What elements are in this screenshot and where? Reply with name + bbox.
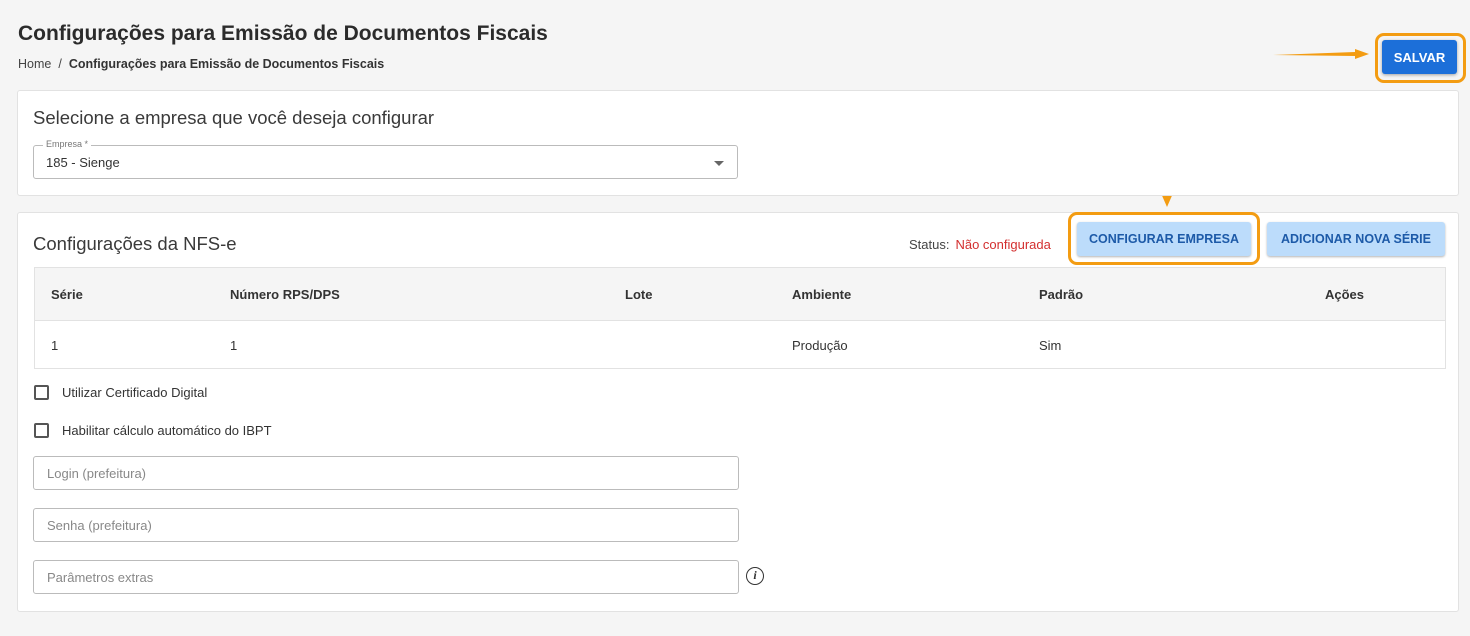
certificate-checkbox[interactable]: [34, 385, 49, 400]
status-label: Status:: [909, 237, 950, 252]
table-cell-ambiente: Produção: [792, 338, 848, 353]
status-badge: Não configurada: [955, 237, 1051, 252]
ibpt-checkbox-label[interactable]: Habilitar cálculo automático do IBPT: [62, 423, 272, 438]
annotation-arrow-icon: [1273, 49, 1369, 59]
breadcrumb-current: Configurações para Emissão de Documentos…: [68, 57, 385, 71]
column-header-acoes: Ações: [1325, 287, 1365, 302]
company-card-title: Selecione a empresa que você deseja conf…: [33, 107, 435, 128]
column-header-lote: Lote: [625, 287, 653, 302]
breadcrumb-separator: /: [58, 57, 62, 71]
chevron-down-icon[interactable]: [714, 161, 724, 166]
save-button[interactable]: SALVAR: [1382, 40, 1457, 74]
configure-company-button[interactable]: CONFIGURAR EMPRESA: [1077, 222, 1251, 256]
company-card: Selecione a empresa que você deseja conf…: [17, 90, 1459, 196]
company-select-label: Empresa *: [43, 139, 92, 149]
status-indicator: Status: Não configurada: [909, 237, 1051, 252]
column-header-ambiente: Ambiente: [792, 287, 852, 302]
certificate-checkbox-label[interactable]: Utilizar Certificado Digital: [62, 385, 207, 400]
company-select-value: 185 - Sienge: [46, 155, 120, 170]
series-table: Série Número RPS/DPS Lote Ambiente Padrã…: [34, 267, 1446, 369]
table-cell-serie: 1: [51, 338, 59, 353]
table-cell-padrao: Sim: [1039, 338, 1062, 353]
table-cell-numero: 1: [230, 338, 238, 353]
page-title: Configurações para Emissão de Documentos…: [18, 22, 548, 45]
breadcrumb: Home / Configurações para Emissão de Doc…: [18, 57, 384, 71]
nfse-card-title: Configurações da NFS-e: [33, 233, 237, 254]
add-series-button[interactable]: ADICIONAR NOVA SÉRIE: [1267, 222, 1445, 256]
nfse-card: Configurações da NFS-e Status: Não config…: [17, 212, 1459, 612]
column-header-numero: Número RPS/DPS: [230, 287, 340, 302]
column-header-padrao: Padrão: [1039, 287, 1084, 302]
extra-params-input[interactable]: [33, 560, 739, 594]
password-input[interactable]: [33, 508, 739, 542]
column-header-serie: Série: [51, 287, 83, 302]
ibpt-checkbox[interactable]: [34, 423, 49, 438]
login-input[interactable]: [33, 456, 739, 490]
breadcrumb-home[interactable]: Home: [18, 57, 51, 71]
info-icon[interactable]: i: [746, 567, 764, 585]
company-select[interactable]: Empresa * 185 - Sienge: [33, 139, 738, 179]
